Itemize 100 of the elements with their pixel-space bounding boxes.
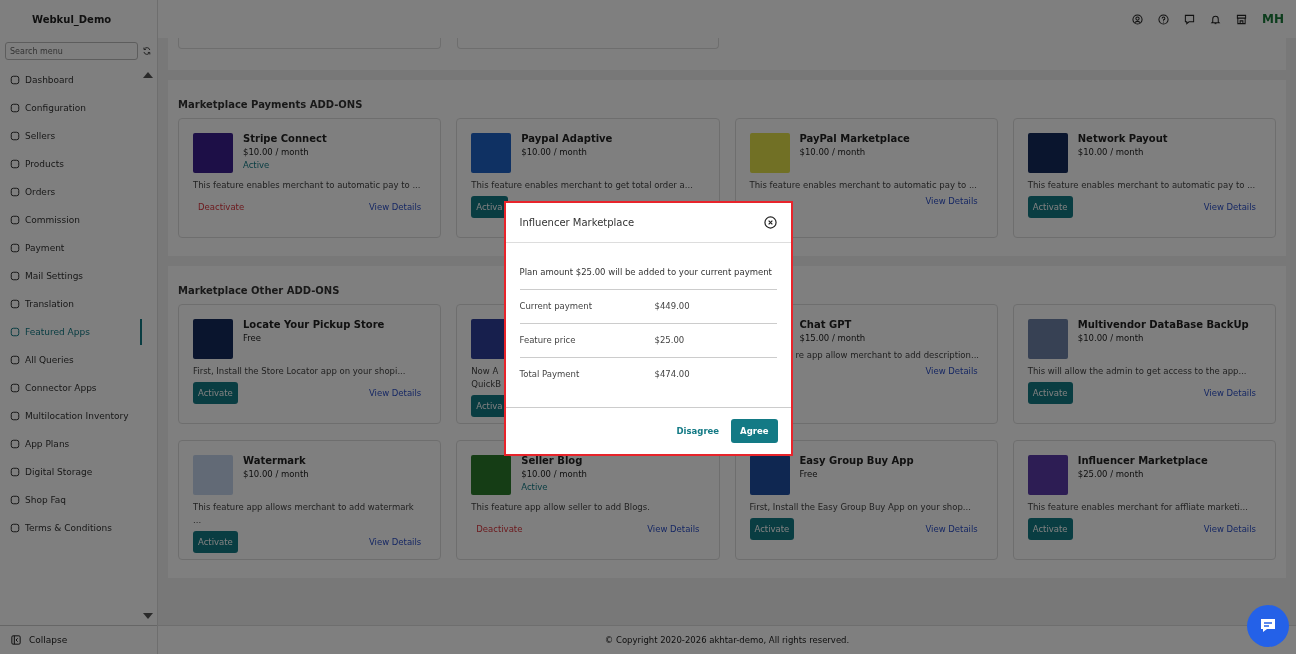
user-initials[interactable]: MH (1262, 12, 1284, 26)
activate-button[interactable]: Activate (1027, 195, 1073, 218)
sidebar-item[interactable]: Multilocation Inventory (0, 402, 157, 430)
sidebar-item[interactable]: Commission (0, 206, 157, 234)
sidebar-item[interactable]: Dashboard (0, 66, 157, 94)
scroll-up-icon[interactable] (143, 72, 153, 78)
deactivate-button[interactable]: Deactivate (471, 517, 528, 540)
view-details-link[interactable]: View Details (368, 387, 427, 398)
view-details-link[interactable]: View Details (1203, 201, 1261, 212)
view-details-link[interactable]: View Details (925, 365, 983, 376)
menu-icon (10, 215, 20, 225)
section-title: Marketplace Payments ADD-ONS (178, 99, 363, 110)
sidebar-item[interactable]: Terms & Conditions (0, 514, 157, 542)
menu-icon (10, 243, 20, 253)
app-description: This feature enables merchant for affliate marketi... (1027, 501, 1248, 514)
menu-icon (10, 383, 20, 393)
app-name: Stripe Connect (243, 133, 327, 144)
app-description: First, Install the Store Locator app on your shopi... (193, 365, 406, 378)
help-icon[interactable] (1158, 13, 1169, 25)
sidebar-item[interactable]: Products (0, 150, 157, 178)
app-name: Watermark (243, 455, 307, 466)
bell-icon[interactable] (1210, 13, 1221, 25)
activate-button[interactable]: Activate (193, 381, 238, 404)
section-title: Marketplace Other ADD-ONS (178, 285, 340, 296)
status-label: Active (243, 160, 271, 170)
app-price: $15.00 / month (799, 333, 866, 343)
menu-icon (10, 355, 20, 365)
app-price: Free (243, 333, 263, 343)
activate-button[interactable]: Activate (193, 530, 238, 553)
view-details-link[interactable]: View Details (368, 201, 427, 212)
menu-icon (10, 159, 20, 169)
app-description: First, Install the Easy Group Buy App on your shop... (749, 501, 971, 514)
sidebar-item[interactable]: Configuration (0, 94, 157, 122)
copyright-text: © Copyright 2020-2026 akhtar-demo, All rights reserved. (604, 635, 850, 645)
sidebar-item[interactable]: Payment (0, 234, 157, 262)
menu-icon (10, 299, 20, 309)
message-icon[interactable] (1184, 13, 1195, 25)
app-name: Easy Group Buy App (799, 455, 914, 466)
sidebar-item[interactable]: All Queries (0, 346, 157, 374)
view-details-link[interactable]: View Details (368, 536, 427, 547)
app-name: Multivendor DataBase BackUp (1077, 319, 1249, 330)
sidebar-item[interactable]: Translation (0, 290, 157, 318)
status-label: Active (521, 482, 549, 492)
scroll-down-icon[interactable] (143, 613, 153, 619)
app-name: Locate Your Pickup Store (243, 319, 385, 330)
search-field[interactable]: Search menu (5, 42, 139, 60)
row-value: $474.00 (654, 369, 690, 379)
collapse-icon (11, 635, 21, 645)
app-price: $10.00 / month (1077, 333, 1145, 343)
refresh-icon[interactable] (142, 46, 152, 56)
app-tile-icon (749, 133, 790, 173)
row-value: $449.00 (654, 301, 690, 311)
sidebar-item[interactable]: Sellers (0, 122, 157, 150)
view-details-link[interactable]: View Details (1203, 387, 1261, 398)
activate-button[interactable]: Activate (1027, 517, 1073, 540)
app-price: $10.00 / month (521, 469, 587, 479)
close-icon[interactable] (763, 215, 777, 229)
sidebar-item[interactable]: Shop Faq (0, 486, 157, 514)
store-icon[interactable] (1236, 13, 1247, 25)
chat-button[interactable] (1247, 605, 1289, 647)
view-details-link[interactable]: View Details (1203, 523, 1261, 534)
disagree-button[interactable]: Disagree (674, 419, 722, 442)
app-tile-icon (471, 133, 512, 173)
app-tile-icon (193, 133, 233, 173)
user-icon[interactable] (1132, 13, 1143, 25)
collapse-button[interactable]: Collapse (0, 625, 157, 654)
sidebar-item[interactable]: Orders (0, 178, 157, 206)
view-details-link[interactable]: View Details (925, 195, 983, 206)
view-details-link[interactable]: View Details (647, 523, 705, 534)
menu-icon (10, 75, 20, 85)
app-name: Influencer Marketplace (1077, 455, 1208, 466)
app-description: This feature enables merchant to automatic pay to ... (749, 179, 977, 192)
activate-button[interactable]: Activate (749, 517, 795, 540)
modal-title: Influencer Marketplace (519, 216, 635, 228)
deactivate-button[interactable]: Deactivate (193, 195, 250, 218)
activate-button[interactable]: Activate (1027, 381, 1073, 404)
app-price: $10.00 / month (799, 147, 867, 157)
app-name: Seller Blog (521, 455, 584, 466)
app-description: re app allow merchant to add description... (795, 349, 980, 362)
menu-icon (10, 411, 20, 421)
row-label: Total Payment (519, 369, 581, 379)
agree-button[interactable]: Agree (731, 418, 778, 443)
sidebar-item[interactable]: Mail Settings (0, 262, 157, 290)
view-details-link[interactable]: View Details (925, 523, 983, 534)
app-description: This feature app allow seller to add Blogs. (471, 501, 650, 514)
row-label: Current payment (519, 301, 593, 311)
row-label: Feature price (519, 335, 577, 345)
app-price: $10.00 / month (243, 147, 310, 157)
app-tile-icon (1027, 319, 1068, 359)
sidebar-item[interactable]: Digital Storage (0, 458, 157, 486)
row-value: $25.00 (654, 335, 685, 345)
app-price: $10.00 / month (521, 147, 588, 157)
sidebar-item[interactable]: Featured Apps (0, 318, 157, 346)
app-tile-icon (471, 455, 512, 495)
sidebar-item[interactable]: Connector Apps (0, 374, 157, 402)
sidebar-item[interactable]: App Plans (0, 430, 157, 458)
app-tile-icon (193, 455, 233, 495)
menu-icon (10, 131, 20, 141)
activate-button[interactable]: Activa (471, 195, 508, 218)
app-description: This will allow the admin to get access to the app... (1027, 365, 1247, 378)
